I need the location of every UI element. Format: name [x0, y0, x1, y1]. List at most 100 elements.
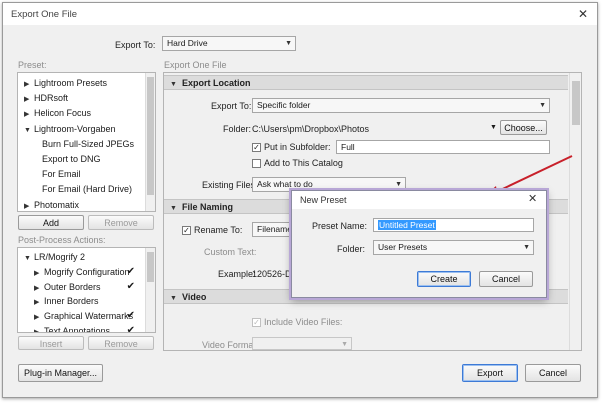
preset-item[interactable]: Burn Full-Sized JPEGs — [18, 137, 143, 151]
checkmark-icon[interactable]: ✔ — [127, 280, 135, 294]
add-to-catalog-label: Add to This Catalog — [264, 158, 343, 168]
new-preset-dialog: New Preset ✕ Preset Name: Untitled Prese… — [291, 190, 547, 298]
include-video-label: Include Video Files: — [264, 317, 343, 327]
folder-label: Folder: — [223, 124, 252, 134]
checkmark-icon[interactable]: ✔ — [127, 265, 135, 279]
post-process-item[interactable]: ▶ Mogrify Configuration ✔ — [18, 265, 143, 279]
dialog-title-bar: New Preset ✕ — [292, 191, 546, 209]
chevron-down-icon: ▼ — [285, 40, 292, 47]
preset-item-label: Photomatix — [34, 199, 80, 210]
add-preset-button[interactable]: Add — [18, 215, 84, 230]
dialog-cancel-button[interactable]: Cancel — [479, 271, 533, 287]
post-process-scrollbar[interactable] — [145, 248, 155, 332]
rename-label: Rename To: — [194, 225, 243, 235]
post-process-tree[interactable]: ▼ LR/Mogrify 2 ▶ Mogrify Configuration ✔ ▶ Out… — [17, 247, 156, 333]
triangle-right-icon[interactable]: ▶ — [24, 78, 34, 92]
export-location-header[interactable]: ▼ Export Location — [164, 75, 568, 90]
post-process-item[interactable]: ▶ Graphical Watermarks ✔ — [18, 309, 143, 323]
preset-tree[interactable]: ▶ Lightroom Presets ▶ HDRsoft ▶ Helicon Focus… — [17, 72, 156, 212]
preset-item-label: Export to DNG — [42, 154, 101, 164]
example-label: Example: — [218, 269, 256, 279]
preset-item-label: For Email (Hard Drive) — [42, 184, 133, 195]
post-process-item-label: LR/Mogrify 2 — [34, 252, 86, 262]
preset-item-label: HDRsoft — [34, 93, 69, 104]
preset-name-input[interactable]: Untitled Preset — [373, 218, 534, 232]
dialog-folder-label: Folder: — [337, 244, 366, 254]
close-icon[interactable]: ✕ — [575, 6, 591, 22]
post-process-item-label: Mogrify Configuration — [44, 266, 130, 277]
checkmark-icon[interactable]: ✔ — [127, 324, 135, 332]
post-process-item[interactable]: ▶ Outer Borders ✔ — [18, 280, 143, 294]
existing-files-value: Ask what to do — [257, 179, 313, 189]
preset-item[interactable]: For Email — [18, 167, 143, 181]
post-process-item[interactable]: ▼ LR/Mogrify 2 — [18, 250, 143, 264]
triangle-right-icon[interactable]: ▶ — [24, 200, 34, 211]
preset-item-label: Lightroom Presets — [34, 78, 108, 88]
preset-item[interactable]: ▶ Lightroom Presets — [18, 76, 143, 90]
post-process-item[interactable]: ▶ Inner Borders — [18, 294, 143, 308]
settings-scrollbar[interactable] — [569, 73, 581, 350]
location-export-to-label: Export To: — [211, 101, 252, 111]
location-export-to-dropdown[interactable]: Specific folder ▼ — [252, 98, 550, 113]
location-export-to-value: Specific folder — [257, 100, 311, 110]
triangle-down-icon[interactable]: ▼ — [24, 124, 34, 138]
dialog-folder-dropdown[interactable]: User Presets ▼ — [373, 240, 534, 255]
rename-value: Filename — [257, 224, 292, 234]
chevron-down-icon: ▼ — [539, 102, 546, 109]
chevron-down-icon: ▼ — [523, 244, 530, 251]
plugin-manager-button[interactable]: Plug-in Manager... — [18, 364, 103, 382]
preset-item[interactable]: Export to DNG — [18, 152, 143, 166]
post-process-item[interactable]: ▶ Text Annotations ✔ — [18, 324, 143, 333]
remove-preset-button[interactable]: Remove — [88, 215, 154, 230]
triangle-down-icon: ▼ — [170, 295, 177, 302]
post-process-item-label: Outer Borders — [44, 281, 101, 292]
preset-item[interactable]: ▶ Helicon Focus — [18, 106, 143, 120]
triangle-right-icon[interactable]: ▶ — [24, 108, 34, 122]
add-to-catalog-checkbox[interactable] — [252, 159, 261, 168]
triangle-right-icon[interactable]: ▶ — [24, 93, 34, 107]
preset-item[interactable]: ▶ Photomatix — [18, 198, 143, 211]
preset-item-label: Burn Full-Sized JPEGs — [42, 138, 135, 149]
rename-checkbox[interactable]: ✓ — [182, 226, 191, 235]
cancel-button[interactable]: Cancel — [525, 364, 581, 382]
right-panel-header: Export One File — [164, 60, 227, 70]
video-format-label: Video Format: — [202, 340, 259, 350]
post-process-item-label: Inner Borders — [44, 296, 99, 307]
existing-files-label: Existing Files: — [202, 180, 258, 190]
video-format-dropdown[interactable]: ▼ — [252, 337, 352, 350]
subfolder-label: Put in Subfolder: — [264, 142, 331, 152]
subfolder-checkbox[interactable]: ✓ — [252, 143, 261, 152]
custom-text-label: Custom Text: — [204, 247, 257, 257]
preset-item[interactable]: For Email (Hard Drive) — [18, 182, 143, 196]
preset-scrollbar[interactable] — [145, 73, 155, 211]
export-to-label: Export To: — [115, 40, 156, 50]
post-process-item-label: Graphical Watermarks — [44, 311, 134, 322]
settings-scroll-thumb[interactable] — [572, 81, 580, 125]
close-icon[interactable]: ✕ — [528, 192, 537, 205]
preset-scroll-thumb[interactable] — [147, 77, 154, 195]
export-to-dropdown[interactable]: Hard Drive ▼ — [162, 36, 296, 51]
preset-item-label: Helicon Focus — [34, 108, 92, 119]
choose-folder-button[interactable]: Choose... — [500, 120, 547, 135]
preset-item-label: Lightroom-Vorgaben — [34, 123, 116, 134]
checkmark-icon[interactable]: ✔ — [127, 309, 135, 323]
create-button[interactable]: Create — [417, 271, 471, 287]
preset-item[interactable]: ▶ HDRsoft — [18, 91, 143, 105]
insert-action-button[interactable]: Insert — [18, 336, 84, 350]
post-process-scroll-thumb[interactable] — [147, 252, 154, 282]
window-title: Export One File — [11, 9, 77, 20]
folder-path: C:\Users\pm\Dropbox\Photos — [252, 124, 370, 134]
dialog-title: New Preset — [300, 195, 347, 205]
export-location-title: Export Location — [182, 78, 251, 88]
post-process-item-label: Text Annotations — [44, 326, 111, 333]
preset-label: Preset: — [18, 60, 47, 70]
post-process-label: Post-Process Actions: — [18, 235, 106, 245]
preset-item[interactable]: ▼ Lightroom-Vorgaben — [18, 122, 143, 136]
triangle-right-icon[interactable]: ▶ — [34, 326, 44, 332]
include-video-checkbox[interactable]: ✓ — [252, 318, 261, 327]
remove-action-button[interactable]: Remove — [88, 336, 154, 350]
export-button[interactable]: Export — [462, 364, 518, 382]
folder-history-chevron-icon[interactable]: ▼ — [490, 124, 497, 131]
title-bar: Export One File ✕ — [3, 3, 597, 25]
preset-name-value: Untitled Preset — [378, 220, 436, 230]
